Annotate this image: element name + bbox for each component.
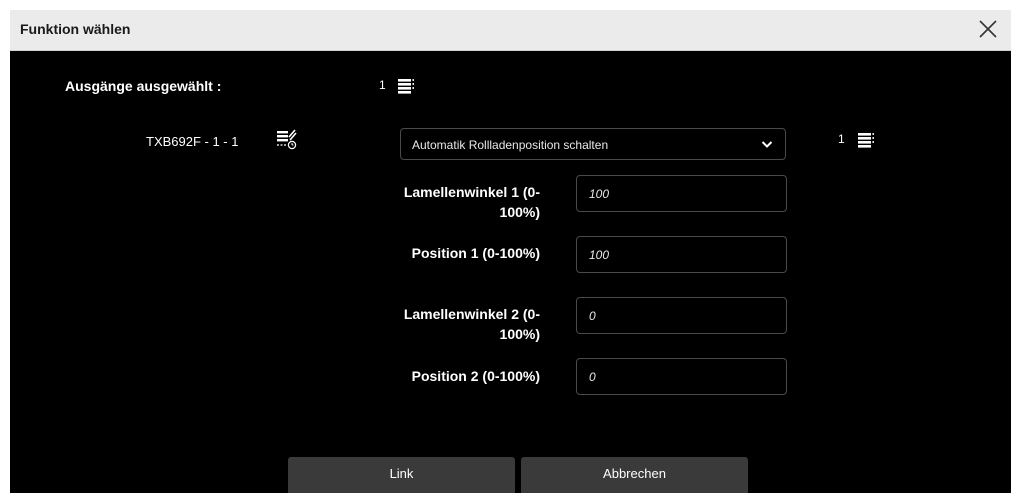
slat-angle-1-input[interactable] bbox=[576, 175, 787, 212]
dialog-title: Funktion wählen bbox=[20, 21, 131, 37]
position-1-input[interactable] bbox=[576, 236, 787, 273]
slat-angle-1-label: Lamellenwinkel 1 (0-100%) bbox=[403, 184, 540, 220]
device-name: TXB692F - 1 - 1 bbox=[146, 134, 239, 149]
slat-angle-2-input[interactable] bbox=[576, 297, 787, 334]
function-dialog: Funktion wählen Ausgänge ausgewählt : 1 … bbox=[10, 10, 1011, 493]
link-button[interactable]: Link bbox=[288, 457, 515, 493]
position-2-label: Position 2 (0-100%) bbox=[411, 368, 540, 384]
slat-angle-2-label: Lamellenwinkel 2 (0-100%) bbox=[403, 306, 540, 342]
blinds-clock-icon bbox=[277, 129, 297, 150]
page: Funktion wählen Ausgänge ausgewählt : 1 … bbox=[0, 0, 1011, 493]
blinds-stack-icon bbox=[858, 133, 874, 148]
outputs-selected-count: 1 bbox=[379, 78, 386, 92]
position-2-input[interactable] bbox=[576, 358, 787, 395]
outputs-selected-label: Ausgänge ausgewählt : bbox=[65, 78, 222, 94]
function-select-value: Automatik Rollladenposition schalten bbox=[412, 138, 609, 152]
cancel-button[interactable]: Abbrechen bbox=[521, 457, 748, 493]
device-output-count: 1 bbox=[838, 132, 845, 146]
chevron-down-icon bbox=[761, 141, 773, 148]
function-select[interactable]: Automatik Rollladenposition schalten bbox=[400, 128, 786, 160]
close-icon[interactable] bbox=[977, 18, 999, 40]
dialog-titlebar: Funktion wählen bbox=[10, 10, 1011, 51]
blinds-stack-icon bbox=[398, 79, 414, 94]
position-1-label: Position 1 (0-100%) bbox=[411, 245, 540, 261]
